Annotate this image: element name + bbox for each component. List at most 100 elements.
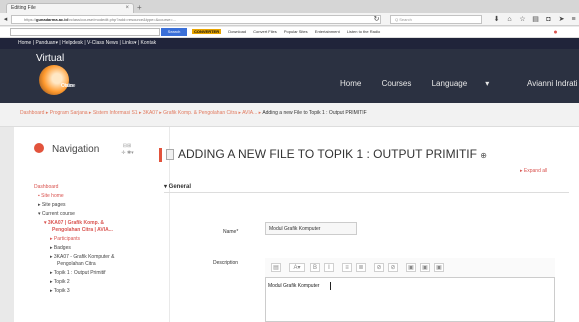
bookmark-star-icon[interactable]: ☆ [518,15,527,24]
pocket-icon[interactable]: ◘ [544,15,553,24]
separator: | [84,40,86,46]
sidebar-item-site-home[interactable]: ▪ Site home [38,193,64,200]
sidebar-item-dashboard[interactable]: Dashboard [34,184,58,191]
section-general-toggle[interactable]: ▾ General [164,183,191,190]
tab-title: Editing File [11,5,36,11]
address-bar[interactable]: https://gunadarma.ac.id/vclass/course/mo… [11,15,381,24]
header-nav-language[interactable]: Language ▾ [432,79,508,88]
text-caret [330,282,331,290]
name-input[interactable]: Modul Grafik Komputer [265,222,357,235]
media-button[interactable]: ▣ [420,263,430,272]
logo-sub2: Online [61,83,76,89]
course-name-line1: ▾ 3KA07 | Grafik Komp. & [44,220,105,226]
breadcrumb-links[interactable]: Dashboard ▸ Program Sarjana ▸ Sistem Inf… [20,110,261,116]
chevron-down-icon: ▾ [485,79,490,88]
logo-circle: Class Online [39,65,75,95]
file-icon [166,149,174,161]
url-domain: gunadarma.ac.id [36,17,68,22]
sidebar-item-topik-3[interactable]: ▸ Topik 3 [50,288,70,295]
logo-title: Virtual [36,53,65,64]
help-icon[interactable]: ⊕ [480,151,487,160]
toolbar-entertainment-link[interactable]: Entertainment [315,29,340,34]
title-accent-bar [159,148,162,162]
user-menu[interactable]: Avianni Indrati▾ [527,79,579,88]
sidebar-item-site-pages[interactable]: ▸ Site pages [38,202,66,209]
sidebar-item-participants[interactable]: ▸ Participants [50,236,80,243]
editor-text[interactable]: Modul Grafik Komputer [268,283,319,289]
converter-logo[interactable]: CONVERTER [192,29,222,34]
sidebar-item-section-0[interactable]: ▸ 3KA07 - Grafik Komputer & [50,254,114,261]
language-label: Language [431,79,468,88]
breadcrumb: Dashboard ▸ Program Sarjana ▸ Sistem Inf… [20,110,367,116]
back-icon[interactable]: ◂ [1,15,10,24]
section-divider [164,192,569,193]
sidebar-item-course-line2[interactable]: Pengolahan Citra | AVIA... [52,227,113,234]
sidebar-item-topik-1[interactable]: ▸ Topik 1 : Output Primitif [50,270,106,277]
url-path: /vclass/course/modedit.php?add=resource&… [67,17,176,22]
breadcrumb-current: Adding a new File to Topik 1 : Output PR… [262,110,367,116]
image-button[interactable]: ▣ [406,263,416,272]
sidebar-item-current-course[interactable]: ▾ Current course [38,211,75,218]
browser-search-input[interactable]: Q Search [390,15,482,24]
sidebar-item-course[interactable]: ▾ 3KA07 | Grafik Komp. & [44,220,104,227]
close-tab-icon[interactable]: × [125,4,129,13]
block-controls[interactable]: ⊟⊞ ✛ ✱▾ [120,143,133,157]
topnav-links[interactable]: Links [122,40,134,46]
chevron-down-icon: ▾ [55,40,58,46]
topnav-vclass-news[interactable]: V-Class News [87,40,118,46]
new-tab-icon[interactable]: + [137,4,148,12]
toolbar-radio-link[interactable]: Listen to the Radio [347,29,380,34]
toolbar-toggle-icon[interactable]: ▤ [271,263,281,272]
menu-icon[interactable]: ≡ [569,15,578,24]
header-nav-courses[interactable]: Courses [382,79,412,88]
navigation-title: Navigation [52,144,100,155]
browser-tab[interactable]: Editing File × [6,3,134,13]
page-title-text: ADDING A NEW FILE TO TOPIK 1 : OUTPUT PR… [178,147,477,161]
italic-button[interactable]: I [324,263,334,272]
sidebar-item-badges[interactable]: ▸ Badges [50,245,71,252]
site-logo[interactable]: Virtual Class Online [36,53,102,98]
send-icon[interactable]: ➤ [557,15,566,24]
separator: | [59,40,61,46]
download-icon[interactable]: ⬇ [492,15,501,24]
separator: | [119,40,121,46]
sidebar-item-section-0-line2: Pengolahan Citra [57,261,96,267]
toolbar-popular-link[interactable]: Popular Sites [284,29,308,34]
site-top-nav-items: Home | Panduan▾ | Helpdesk | V-Class New… [18,38,156,49]
separator: | [32,40,35,46]
bold-button[interactable]: B [310,263,320,272]
navigation-block-icon [34,143,44,153]
topnav-panduan[interactable]: Panduan [35,40,55,46]
section-general-label: ▾ General [164,184,192,190]
paragraph-style-dropdown[interactable]: A▾ [289,263,305,272]
addon-toolbar-items: CONVERTER Download Convert Files Popular… [192,28,386,36]
library-icon[interactable]: ▤ [531,15,540,24]
sidebar-item-topik-2[interactable]: ▸ Topik 2 [50,279,70,286]
ordered-list-button[interactable]: ≣ [356,263,366,272]
link-button[interactable]: ⊘ [374,263,384,272]
toolbar-download-link[interactable]: Download [228,29,246,34]
reload-icon[interactable]: ↻ [372,15,381,24]
topnav-home[interactable]: Home [18,40,31,46]
url-prefix: https:// [24,17,37,22]
header-nav: Home Courses Language ▾ Avianni Indrati▾ [340,78,579,90]
separator: | [137,40,140,46]
page-title: ADDING A NEW FILE TO TOPIK 1 : OUTPUT PR… [166,146,487,162]
addon-search-button[interactable]: Search [161,28,187,36]
unordered-list-button[interactable]: ≡ [342,263,352,272]
expand-all-link[interactable]: ▸ Expand all [520,168,547,174]
addon-alert-icon[interactable]: ● [551,28,560,37]
addon-search-input[interactable] [10,28,160,36]
header-nav-home[interactable]: Home [340,79,361,88]
topnav-kontak[interactable]: Kontak [141,40,157,46]
toolbar-convert-link[interactable]: Convert Files [253,29,277,34]
file-manage-button[interactable]: ▣ [434,263,444,272]
description-label: Description [213,260,239,266]
chevron-down-icon: ▾ [133,40,137,46]
course-name-line2: Pengolahan Citra | AVIA... [52,227,113,233]
topnav-helpdesk[interactable]: Helpdesk [62,40,83,46]
name-label: Name* [223,229,239,235]
unlink-button[interactable]: ⊘ [388,263,398,272]
home-icon[interactable]: ⌂ [505,15,514,24]
user-name: Avianni Indrati [527,79,578,88]
